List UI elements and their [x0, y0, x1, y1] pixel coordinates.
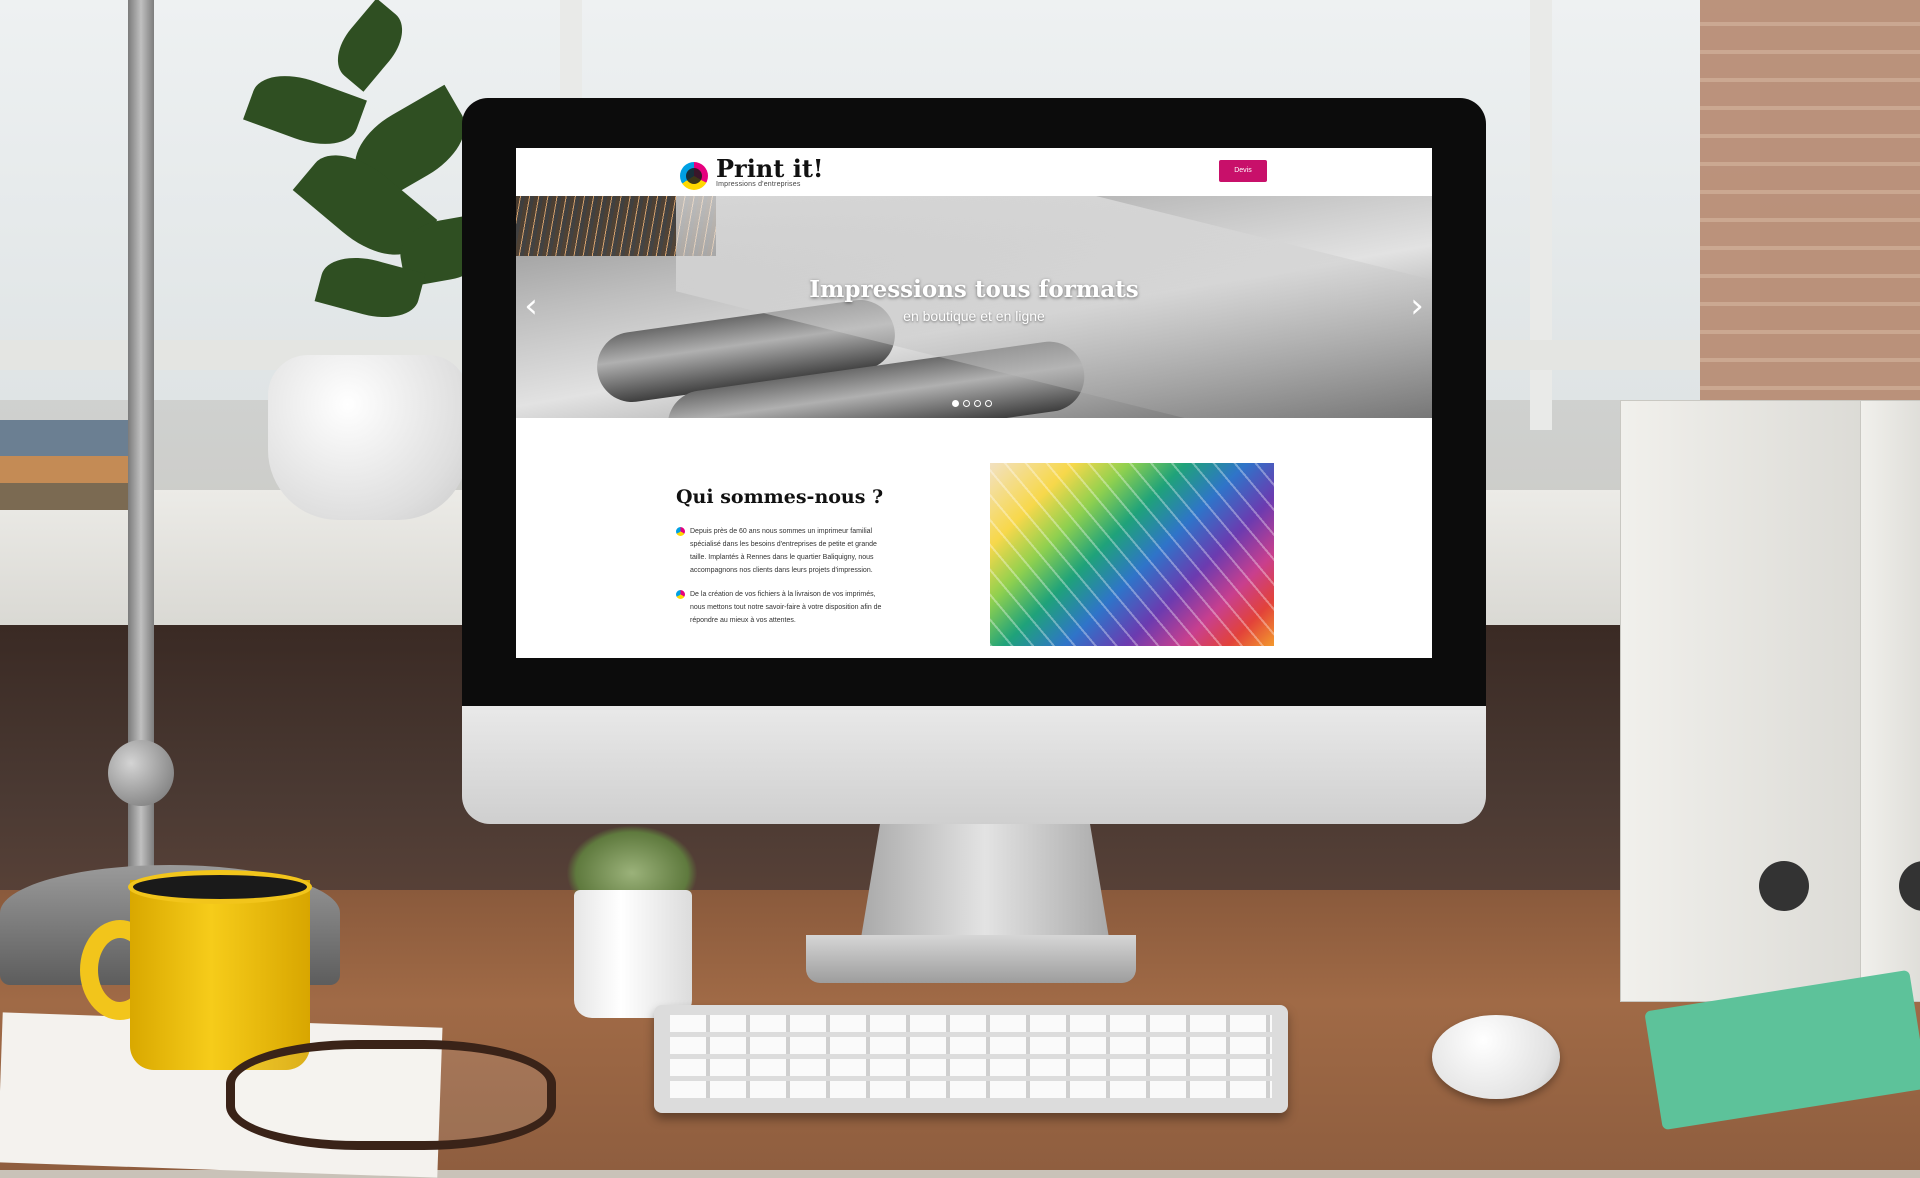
carousel-dot[interactable]	[963, 400, 970, 407]
binder-hole	[1899, 861, 1920, 911]
monitor-stand	[860, 824, 1110, 944]
hero-carousel: Impressions tous formats en boutique et …	[516, 196, 1432, 418]
monitor-chin	[462, 706, 1486, 824]
mouse	[1432, 1015, 1560, 1099]
site-header: Print it! Impressions d'entreprises Devi…	[516, 148, 1432, 196]
about-title: Qui sommes-nous ?	[676, 486, 884, 508]
binder-hole	[1759, 861, 1809, 911]
color-swatch-fan-image	[990, 463, 1274, 646]
about-bullet: De la création de vos fichiers à la livr…	[676, 588, 886, 627]
hero-subtitle: en boutique et en ligne	[903, 308, 1045, 324]
eyeglasses	[226, 1040, 556, 1150]
cmyk-bullet-icon	[676, 527, 685, 536]
magazine-file	[1860, 400, 1920, 1002]
succulent-pot	[574, 890, 692, 1018]
chevron-right-icon[interactable]: ›	[1404, 286, 1430, 326]
mug-rim	[128, 870, 312, 904]
chevron-left-icon[interactable]: ‹	[518, 286, 544, 326]
lamp-joint	[108, 740, 174, 806]
carousel-dots	[952, 394, 996, 412]
site-logo[interactable]: Print it!	[716, 156, 823, 182]
about-bullet-text: De la création de vos fichiers à la livr…	[690, 591, 882, 624]
swatch-stripes	[990, 463, 1274, 646]
hero-title: Impressions tous formats	[809, 276, 1139, 303]
yellow-mug	[130, 880, 310, 1070]
plant-pot	[268, 355, 468, 520]
about-bullet: Depuis près de 60 ans nous sommes un imp…	[676, 525, 886, 577]
devis-button[interactable]: Devis	[1219, 160, 1267, 182]
carousel-dot[interactable]	[985, 400, 992, 407]
keyboard-keys	[670, 1015, 1272, 1103]
magazine-file	[1620, 400, 1862, 1002]
cmyk-circle-icon[interactable]	[680, 162, 708, 190]
about-bullet-text: Depuis près de 60 ans nous sommes un imp…	[690, 528, 877, 574]
monitor-screen: Print it! Impressions d'entreprises Devi…	[516, 148, 1432, 658]
carousel-dot[interactable]	[952, 400, 959, 407]
site-tagline: Impressions d'entreprises	[716, 181, 801, 188]
cmyk-bullet-icon	[676, 590, 685, 599]
monitor-stand-foot	[806, 935, 1136, 983]
books-stack	[0, 420, 130, 510]
carousel-dot[interactable]	[974, 400, 981, 407]
